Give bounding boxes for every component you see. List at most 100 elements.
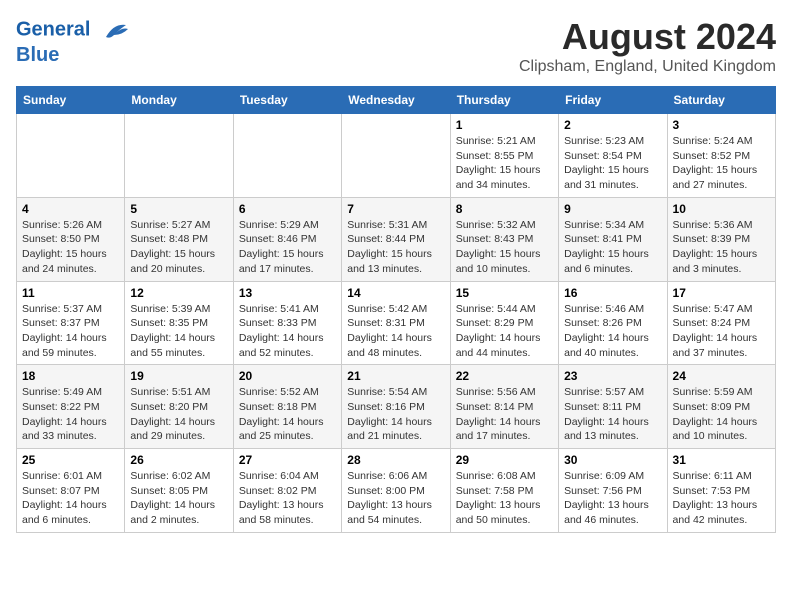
logo-bird-icon (98, 16, 130, 44)
day-info: Sunrise: 5:23 AM Sunset: 8:54 PM Dayligh… (564, 134, 661, 193)
day-number: 6 (239, 202, 336, 216)
weekday-header-tuesday: Tuesday (233, 87, 341, 114)
calendar-day-cell: 19 Sunrise: 5:51 AM Sunset: 8:20 PM Dayli… (125, 365, 233, 449)
day-number: 30 (564, 453, 661, 467)
day-info: Sunrise: 5:51 AM Sunset: 8:20 PM Dayligh… (130, 385, 227, 444)
day-info: Sunrise: 5:29 AM Sunset: 8:46 PM Dayligh… (239, 218, 336, 277)
calendar-day-cell: 30 Sunrise: 6:09 AM Sunset: 7:56 PM Dayli… (559, 449, 667, 533)
day-info: Sunrise: 5:59 AM Sunset: 8:09 PM Dayligh… (673, 385, 770, 444)
calendar-day-cell: 24 Sunrise: 5:59 AM Sunset: 8:09 PM Dayli… (667, 365, 775, 449)
day-info: Sunrise: 5:41 AM Sunset: 8:33 PM Dayligh… (239, 302, 336, 361)
day-info: Sunrise: 5:54 AM Sunset: 8:16 PM Dayligh… (347, 385, 444, 444)
day-info: Sunrise: 5:21 AM Sunset: 8:55 PM Dayligh… (456, 134, 553, 193)
calendar-day-cell: 11 Sunrise: 5:37 AM Sunset: 8:37 PM Dayli… (17, 281, 125, 365)
day-number: 4 (22, 202, 119, 216)
calendar-day-cell: 13 Sunrise: 5:41 AM Sunset: 8:33 PM Dayli… (233, 281, 341, 365)
day-number: 8 (456, 202, 553, 216)
page-header: General Blue August 2024 Clipsham, Engla… (16, 16, 776, 76)
day-number: 21 (347, 369, 444, 383)
calendar-day-cell (342, 114, 450, 198)
day-number: 3 (673, 118, 770, 132)
title-block: August 2024 Clipsham, England, United Ki… (519, 16, 776, 76)
calendar-day-cell (233, 114, 341, 198)
weekday-header-monday: Monday (125, 87, 233, 114)
calendar-day-cell: 22 Sunrise: 5:56 AM Sunset: 8:14 PM Dayli… (450, 365, 558, 449)
day-info: Sunrise: 6:11 AM Sunset: 7:53 PM Dayligh… (673, 469, 770, 528)
calendar-table: SundayMondayTuesdayWednesdayThursdayFrid… (16, 86, 776, 533)
day-number: 11 (22, 286, 119, 300)
day-number: 13 (239, 286, 336, 300)
calendar-day-cell: 29Sunrise: 6:08 AM Sunset: 7:58 PM Dayli… (450, 449, 558, 533)
calendar-day-cell: 31 Sunrise: 6:11 AM Sunset: 7:53 PM Dayli… (667, 449, 775, 533)
day-number: 7 (347, 202, 444, 216)
calendar-day-cell (17, 114, 125, 198)
day-info: Sunrise: 5:49 AM Sunset: 8:22 PM Dayligh… (22, 385, 119, 444)
day-info: Sunrise: 6:02 AM Sunset: 8:05 PM Dayligh… (130, 469, 227, 528)
calendar-day-cell (125, 114, 233, 198)
calendar-day-cell: 6 Sunrise: 5:29 AM Sunset: 8:46 PM Daylig… (233, 197, 341, 281)
calendar-day-cell: 15Sunrise: 5:44 AM Sunset: 8:29 PM Dayli… (450, 281, 558, 365)
day-number: 20 (239, 369, 336, 383)
day-info: Sunrise: 5:47 AM Sunset: 8:24 PM Dayligh… (673, 302, 770, 361)
calendar-day-cell: 5Sunrise: 5:27 AM Sunset: 8:48 PM Daylig… (125, 197, 233, 281)
calendar-week-row: 1 Sunrise: 5:21 AM Sunset: 8:55 PM Daylig… (17, 114, 776, 198)
day-info: Sunrise: 5:32 AM Sunset: 8:43 PM Dayligh… (456, 218, 553, 277)
day-info: Sunrise: 6:09 AM Sunset: 7:56 PM Dayligh… (564, 469, 661, 528)
day-info: Sunrise: 5:39 AM Sunset: 8:35 PM Dayligh… (130, 302, 227, 361)
day-info: Sunrise: 6:06 AM Sunset: 8:00 PM Dayligh… (347, 469, 444, 528)
calendar-day-cell: 4 Sunrise: 5:26 AM Sunset: 8:50 PM Daylig… (17, 197, 125, 281)
calendar-day-cell: 26 Sunrise: 6:02 AM Sunset: 8:05 PM Dayli… (125, 449, 233, 533)
calendar-day-cell: 18 Sunrise: 5:49 AM Sunset: 8:22 PM Dayli… (17, 365, 125, 449)
day-info: Sunrise: 5:34 AM Sunset: 8:41 PM Dayligh… (564, 218, 661, 277)
day-number: 16 (564, 286, 661, 300)
day-number: 24 (673, 369, 770, 383)
day-number: 17 (673, 286, 770, 300)
weekday-header-wednesday: Wednesday (342, 87, 450, 114)
day-number: 10 (673, 202, 770, 216)
calendar-day-cell: 9 Sunrise: 5:34 AM Sunset: 8:41 PM Daylig… (559, 197, 667, 281)
location-subtitle: Clipsham, England, United Kingdom (519, 58, 776, 76)
calendar-day-cell: 1 Sunrise: 5:21 AM Sunset: 8:55 PM Daylig… (450, 114, 558, 198)
day-info: Sunrise: 5:52 AM Sunset: 8:18 PM Dayligh… (239, 385, 336, 444)
logo: General Blue (16, 16, 130, 66)
calendar-day-cell: 25 Sunrise: 6:01 AM Sunset: 8:07 PM Dayli… (17, 449, 125, 533)
day-number: 23 (564, 369, 661, 383)
calendar-day-cell: 23 Sunrise: 5:57 AM Sunset: 8:11 PM Dayli… (559, 365, 667, 449)
day-info: Sunrise: 5:37 AM Sunset: 8:37 PM Dayligh… (22, 302, 119, 361)
logo-general: General (16, 18, 90, 40)
day-info: Sunrise: 5:46 AM Sunset: 8:26 PM Dayligh… (564, 302, 661, 361)
day-number: 9 (564, 202, 661, 216)
day-number: 2 (564, 118, 661, 132)
day-number: 25 (22, 453, 119, 467)
calendar-week-row: 4 Sunrise: 5:26 AM Sunset: 8:50 PM Daylig… (17, 197, 776, 281)
day-info: Sunrise: 5:56 AM Sunset: 8:14 PM Dayligh… (456, 385, 553, 444)
day-info: Sunrise: 5:57 AM Sunset: 8:11 PM Dayligh… (564, 385, 661, 444)
day-number: 12 (130, 286, 227, 300)
calendar-day-cell: 2 Sunrise: 5:23 AM Sunset: 8:54 PM Daylig… (559, 114, 667, 198)
day-info: Sunrise: 5:42 AM Sunset: 8:31 PM Dayligh… (347, 302, 444, 361)
calendar-day-cell: 7Sunrise: 5:31 AM Sunset: 8:44 PM Daylig… (342, 197, 450, 281)
calendar-day-cell: 16 Sunrise: 5:46 AM Sunset: 8:26 PM Dayli… (559, 281, 667, 365)
day-number: 27 (239, 453, 336, 467)
weekday-header-saturday: Saturday (667, 87, 775, 114)
calendar-header-row: SundayMondayTuesdayWednesdayThursdayFrid… (17, 87, 776, 114)
day-number: 26 (130, 453, 227, 467)
month-year-title: August 2024 (519, 16, 776, 58)
day-info: Sunrise: 5:44 AM Sunset: 8:29 PM Dayligh… (456, 302, 553, 361)
day-number: 18 (22, 369, 119, 383)
day-number: 22 (456, 369, 553, 383)
calendar-day-cell: 10Sunrise: 5:36 AM Sunset: 8:39 PM Dayli… (667, 197, 775, 281)
day-number: 1 (456, 118, 553, 132)
day-info: Sunrise: 6:01 AM Sunset: 8:07 PM Dayligh… (22, 469, 119, 528)
weekday-header-friday: Friday (559, 87, 667, 114)
day-info: Sunrise: 5:27 AM Sunset: 8:48 PM Dayligh… (130, 218, 227, 277)
calendar-week-row: 11 Sunrise: 5:37 AM Sunset: 8:37 PM Dayli… (17, 281, 776, 365)
day-number: 19 (130, 369, 227, 383)
calendar-day-cell: 27Sunrise: 6:04 AM Sunset: 8:02 PM Dayli… (233, 449, 341, 533)
day-info: Sunrise: 5:26 AM Sunset: 8:50 PM Dayligh… (22, 218, 119, 277)
day-number: 28 (347, 453, 444, 467)
day-number: 29 (456, 453, 553, 467)
calendar-week-row: 18 Sunrise: 5:49 AM Sunset: 8:22 PM Dayli… (17, 365, 776, 449)
calendar-day-cell: 14Sunrise: 5:42 AM Sunset: 8:31 PM Dayli… (342, 281, 450, 365)
day-number: 31 (673, 453, 770, 467)
